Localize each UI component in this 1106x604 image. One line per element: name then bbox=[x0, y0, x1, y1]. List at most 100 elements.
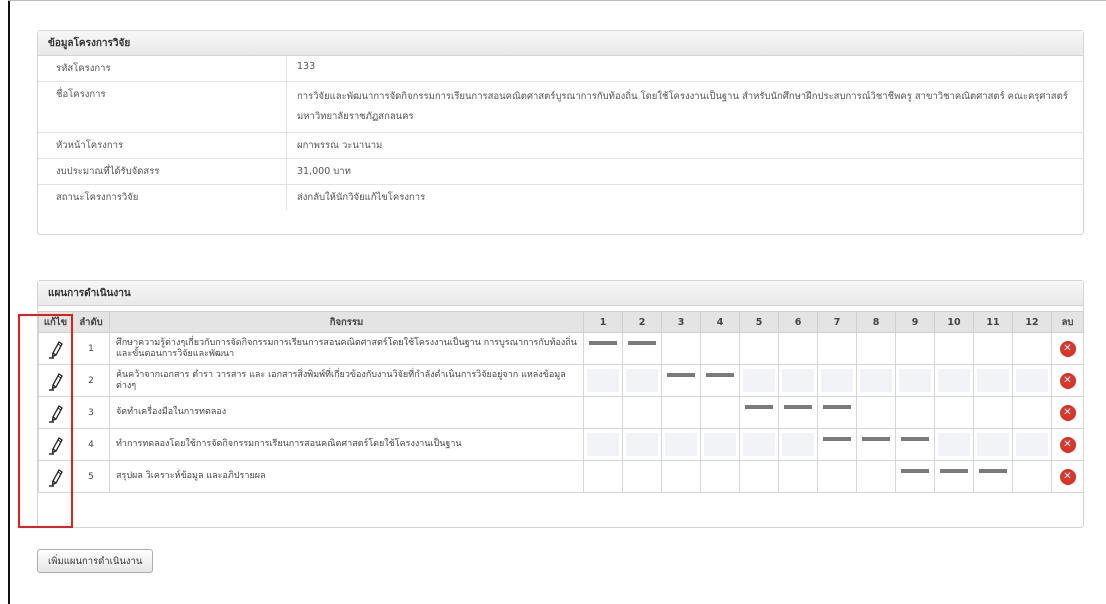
empty-slot bbox=[1016, 369, 1048, 392]
plan-row: 4 ทำการทดลองโดยใช้การจัดกิจกรรมการเรียนกา… bbox=[38, 428, 1084, 461]
header-activity: กิจกรรม bbox=[109, 311, 584, 333]
row-activity: สรุปผล วิเคราะห์ข้อมูล และอภิปรายผล bbox=[109, 460, 584, 493]
info-value: ผกาพรรณ วะนานาม bbox=[297, 140, 383, 151]
info-label: หัวหน้าโครงการ bbox=[38, 133, 287, 158]
header-month: 11 bbox=[973, 311, 1013, 333]
header-month: 8 bbox=[856, 311, 896, 333]
month-cell bbox=[622, 396, 662, 429]
row-seq: 5 bbox=[72, 460, 110, 493]
header-month: 2 bbox=[622, 311, 662, 333]
plan-header-row: แก้ไข ลำดับ กิจกรรม 1 2 3 4 5 6 7 8 9 10… bbox=[38, 311, 1084, 333]
header-month: 5 bbox=[739, 311, 779, 333]
month-cell bbox=[817, 332, 857, 365]
plan-row: 5 สรุปผล วิเคราะห์ข้อมูล และอภิปรายผล ✕ bbox=[38, 460, 1084, 493]
info-label: ชื่อโครงการ bbox=[38, 82, 287, 132]
month-cell bbox=[700, 364, 740, 397]
month-cell bbox=[661, 396, 701, 429]
delete-cell: ✕ bbox=[1051, 332, 1084, 365]
month-cell bbox=[739, 396, 779, 429]
row-activity: ศึกษาความรู้ต่างๆเกี่ยวกับการจัดกิจกรรมก… bbox=[109, 332, 584, 365]
month-cell bbox=[1012, 364, 1052, 397]
empty-slot bbox=[899, 369, 931, 392]
delete-x-icon[interactable]: ✕ bbox=[1059, 372, 1076, 389]
timeline-bar bbox=[823, 405, 851, 409]
info-value: 133 bbox=[297, 61, 316, 72]
row-activity: ทำการทดลองโดยใช้การจัดกิจกรรมการเรียนการ… bbox=[109, 428, 584, 461]
info-row-code: รหัสโครงการ 133 bbox=[38, 56, 1083, 82]
month-cell bbox=[622, 460, 662, 493]
month-cell bbox=[622, 428, 662, 461]
timeline-bar bbox=[901, 437, 929, 441]
info-row-leader: หัวหน้าโครงการ ผกาพรรณ วะนานาม bbox=[38, 133, 1083, 159]
month-cell bbox=[778, 428, 818, 461]
delete-cell: ✕ bbox=[1051, 460, 1084, 493]
edit-column-highlight bbox=[18, 314, 73, 528]
month-cell bbox=[583, 428, 623, 461]
month-cell bbox=[856, 332, 896, 365]
month-cell bbox=[895, 428, 935, 461]
row-activity: ค้นคว้าจากเอกสาร ตำรา วารสาร และ เอกสารส… bbox=[109, 364, 584, 397]
month-cell bbox=[934, 364, 974, 397]
plan-title: แผนการดำเนินงาน bbox=[38, 281, 1083, 306]
empty-slot bbox=[743, 369, 775, 392]
plan-row: 1 ศึกษาความรู้ต่างๆเกี่ยวกับการจัดกิจกรรม… bbox=[38, 332, 1084, 365]
add-plan-button[interactable]: เพิ่มแผนการดำเนินงาน bbox=[37, 549, 154, 573]
plan-row: 2 ค้นคว้าจากเอกสาร ตำรา วารสาร และ เอกสาร… bbox=[38, 364, 1084, 397]
empty-slot bbox=[587, 433, 619, 456]
month-cell bbox=[856, 428, 896, 461]
month-cell bbox=[856, 364, 896, 397]
month-cell bbox=[973, 364, 1013, 397]
month-cell bbox=[700, 332, 740, 365]
delete-x-icon[interactable]: ✕ bbox=[1059, 436, 1076, 453]
month-cell bbox=[973, 428, 1013, 461]
month-cell bbox=[934, 460, 974, 493]
month-cell bbox=[583, 460, 623, 493]
month-cell bbox=[622, 332, 662, 365]
month-cell bbox=[778, 364, 818, 397]
empty-slot bbox=[938, 433, 970, 456]
month-cell bbox=[778, 460, 818, 493]
timeline-bar bbox=[706, 373, 734, 377]
info-value: 31,000 บาท bbox=[297, 166, 351, 177]
delete-x-icon[interactable]: ✕ bbox=[1059, 404, 1076, 421]
header-month: 7 bbox=[817, 311, 857, 333]
timeline-bar bbox=[862, 437, 890, 441]
month-cell bbox=[661, 332, 701, 365]
delete-x-icon[interactable]: ✕ bbox=[1059, 468, 1076, 485]
month-cell bbox=[700, 396, 740, 429]
month-cell bbox=[1012, 460, 1052, 493]
header-month: 9 bbox=[895, 311, 935, 333]
month-cell bbox=[934, 396, 974, 429]
month-cell bbox=[739, 460, 779, 493]
delete-cell: ✕ bbox=[1051, 428, 1084, 461]
empty-slot bbox=[665, 433, 697, 456]
empty-slot bbox=[626, 433, 658, 456]
month-cell bbox=[661, 428, 701, 461]
month-cell bbox=[817, 364, 857, 397]
header-month: 4 bbox=[700, 311, 740, 333]
timeline-bar bbox=[745, 405, 773, 409]
delete-x-icon[interactable]: ✕ bbox=[1059, 340, 1076, 357]
plan-table: แก้ไข ลำดับ กิจกรรม 1 2 3 4 5 6 7 8 9 10… bbox=[38, 311, 1084, 493]
project-info-panel: ข้อมูลโครงการวิจัย รหัสโครงการ 133 ชื่อโ… bbox=[37, 30, 1084, 235]
month-cell bbox=[583, 396, 623, 429]
header-month: 1 bbox=[583, 311, 623, 333]
timeline-bar bbox=[979, 469, 1007, 473]
month-cell bbox=[778, 396, 818, 429]
month-cell bbox=[817, 428, 857, 461]
plan-row: 3 จัดทำเครื่องมือในการทดลอง ✕ bbox=[38, 396, 1084, 429]
month-cell bbox=[739, 364, 779, 397]
header-delete: ลบ bbox=[1051, 311, 1084, 333]
empty-slot bbox=[977, 433, 1009, 456]
month-cell bbox=[856, 460, 896, 493]
row-seq: 3 bbox=[72, 396, 110, 429]
month-cell bbox=[622, 364, 662, 397]
month-cell bbox=[973, 396, 1013, 429]
delete-cell: ✕ bbox=[1051, 364, 1084, 397]
timeline-bar bbox=[667, 373, 695, 377]
plan-panel: แผนการดำเนินงาน แก้ไข ลำดับ กิจกรรม 1 2 … bbox=[37, 280, 1084, 528]
timeline-bar bbox=[589, 341, 617, 345]
month-cell bbox=[700, 460, 740, 493]
empty-slot bbox=[821, 369, 853, 392]
month-cell bbox=[583, 332, 623, 365]
